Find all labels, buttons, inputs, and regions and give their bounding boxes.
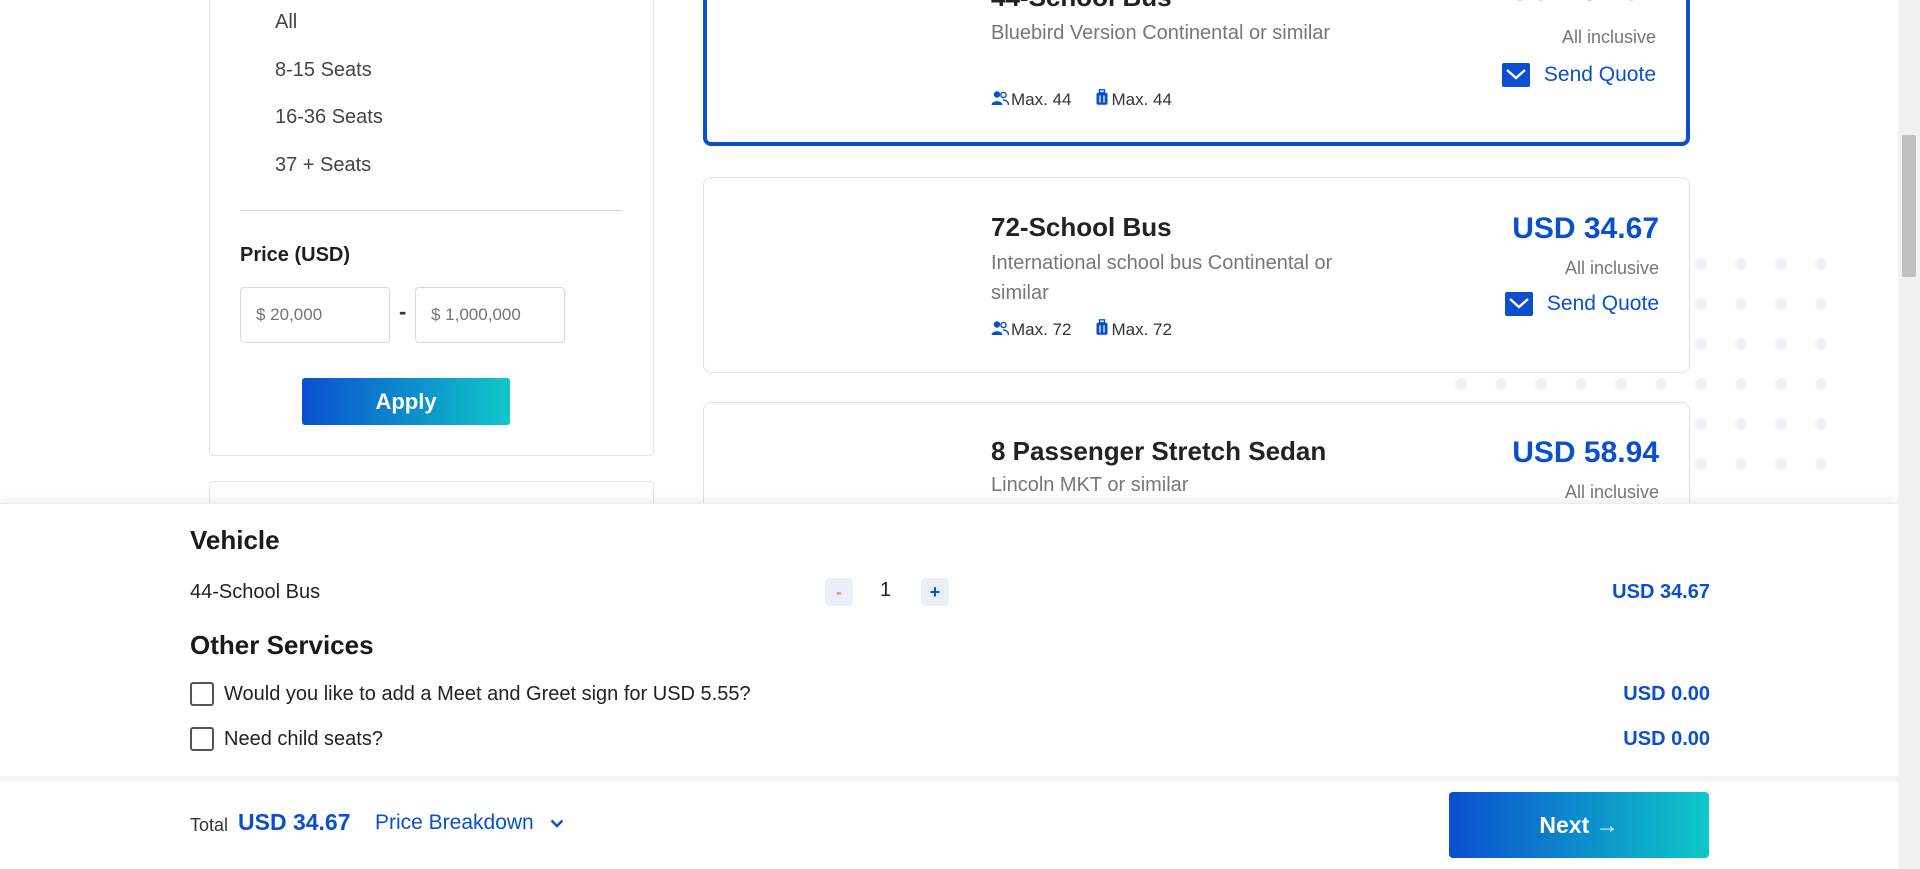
decorative-dot [1775,418,1787,430]
vehicle-card[interactable]: 44-School Bus Bluebird Version Continent… [703,0,1690,146]
decorative-dot [1815,258,1827,270]
price-separator: - [399,299,407,324]
vehicle-line-price: USD 34.67 [1612,581,1710,603]
filter-panel: All 8-15 Seats 16-36 Seats 37 + Seats Pr… [209,0,654,456]
price-inclusive-note: All inclusive [1564,482,1659,502]
decorative-dot [1735,298,1747,310]
page-scrollbar[interactable] [1898,0,1920,869]
decorative-dot [1775,458,1787,470]
price-inclusive-note: All inclusive [1564,258,1659,278]
decorative-dot [1735,418,1747,430]
decorative-dot [1815,378,1827,390]
decorative-dot [1815,338,1827,350]
total-value: USD 34.67 [238,809,351,835]
luggage-icon [1095,89,1111,111]
decorative-dot [1695,338,1707,350]
decorative-dot [1735,378,1747,390]
decorative-dot [1695,258,1707,270]
decorative-dot [1775,298,1787,310]
booking-summary-sheet: Vehicle 44-School Bus - 1 + USD 34.67 Ot… [0,503,1898,869]
price-filter-label: Price (USD) [240,244,351,266]
decorative-dot [1735,458,1747,470]
decorative-dot [1775,258,1787,270]
send-quote-label: Send Quote [1543,63,1656,86]
sheet-divider [0,776,1898,782]
vehicle-heading: Vehicle [190,525,280,555]
price-max-input[interactable] [415,287,565,343]
vehicle-capacity: Max. 44 Max. 44 [991,89,1172,111]
vehicle-title: 72-School Bus [991,212,1172,242]
page: All 8-15 Seats 16-36 Seats 37 + Seats Pr… [0,0,1920,869]
price-inclusive-note: All inclusive [1561,27,1656,47]
seat-filter-37-plus[interactable]: 37 + Seats [275,154,371,177]
vehicle-title: 44-School Bus [991,0,1172,13]
vehicle-description: Lincoln MKT or similar [991,474,1189,496]
decorative-dot [1575,378,1587,390]
decorative-dot [1695,418,1707,430]
decorative-dot [1615,378,1627,390]
decorative-dot [1455,378,1467,390]
vehicle-price: USD 34.67 [1512,212,1659,245]
passengers-max: Max. 72 [1011,320,1072,339]
total-label: Total [190,815,229,835]
seat-filter-16-36[interactable]: 16-36 Seats [275,106,383,129]
decorative-dot [1695,458,1707,470]
decorative-dot [1655,378,1667,390]
send-quote-button[interactable]: Send Quote [1501,63,1656,87]
decorative-dot [1815,458,1827,470]
passengers-icon [991,320,1011,341]
selected-vehicle-name: 44-School Bus [190,581,321,603]
quantity-decrement-button[interactable]: - [825,578,853,606]
meet-greet-checkbox[interactable] [190,682,214,706]
apply-button[interactable]: Apply [302,378,510,425]
seat-filter-all[interactable]: All [275,11,297,34]
meet-greet-label: Would you like to add a Meet and Greet s… [224,683,751,705]
decorative-dot [1495,378,1507,390]
send-quote-button[interactable]: Send Quote [1504,292,1659,316]
decorative-dot [1815,298,1827,310]
mail-icon [1501,63,1530,87]
vehicle-title: 8 Passenger Stretch Sedan [991,436,1327,466]
decorative-dot [1775,378,1787,390]
passengers-max: Max. 44 [1011,90,1072,109]
mail-icon [1504,292,1533,316]
luggage-icon [1095,319,1111,341]
seat-filter-8-15[interactable]: 8-15 Seats [275,59,372,82]
filter-divider [240,210,622,211]
decorative-dot [1815,418,1827,430]
vehicle-price: USD 34.67 [1509,0,1656,8]
quantity-increment-button[interactable]: + [921,578,949,606]
passengers-icon [991,90,1011,111]
send-quote-label: Send Quote [1546,292,1659,315]
vehicle-description: Bluebird Version Continental or similar [991,22,1331,44]
luggage-max: Max. 72 [1111,320,1172,339]
other-services-heading: Other Services [190,630,374,660]
vehicle-capacity: Max. 72 Max. 72 [991,319,1172,341]
chevron-down-icon [550,815,564,831]
vehicle-description: International school bus Continental or … [991,252,1333,304]
decorative-dot [1695,378,1707,390]
price-min-input[interactable] [240,287,390,343]
decorative-dot [1735,338,1747,350]
price-breakdown-label: Price Breakdown [375,811,534,834]
quantity-value: 1 [880,579,892,601]
child-seats-label: Need child seats? [224,728,383,750]
scrollbar-thumb[interactable] [1902,135,1916,277]
vehicle-price: USD 58.94 [1512,436,1659,469]
decorative-dot [1535,378,1547,390]
child-seats-checkbox[interactable] [190,727,214,751]
decorative-dot [1735,258,1747,270]
price-breakdown-toggle[interactable]: Price Breakdown [375,811,564,835]
meet-greet-price: USD 0.00 [1623,683,1710,705]
vehicle-card[interactable]: 72-School Bus International school bus C… [703,177,1690,373]
next-button[interactable]: Next → [1449,792,1709,858]
decorative-dot [1695,298,1707,310]
child-seats-price: USD 0.00 [1623,728,1710,750]
decorative-dot [1775,338,1787,350]
luggage-max: Max. 44 [1111,90,1172,109]
